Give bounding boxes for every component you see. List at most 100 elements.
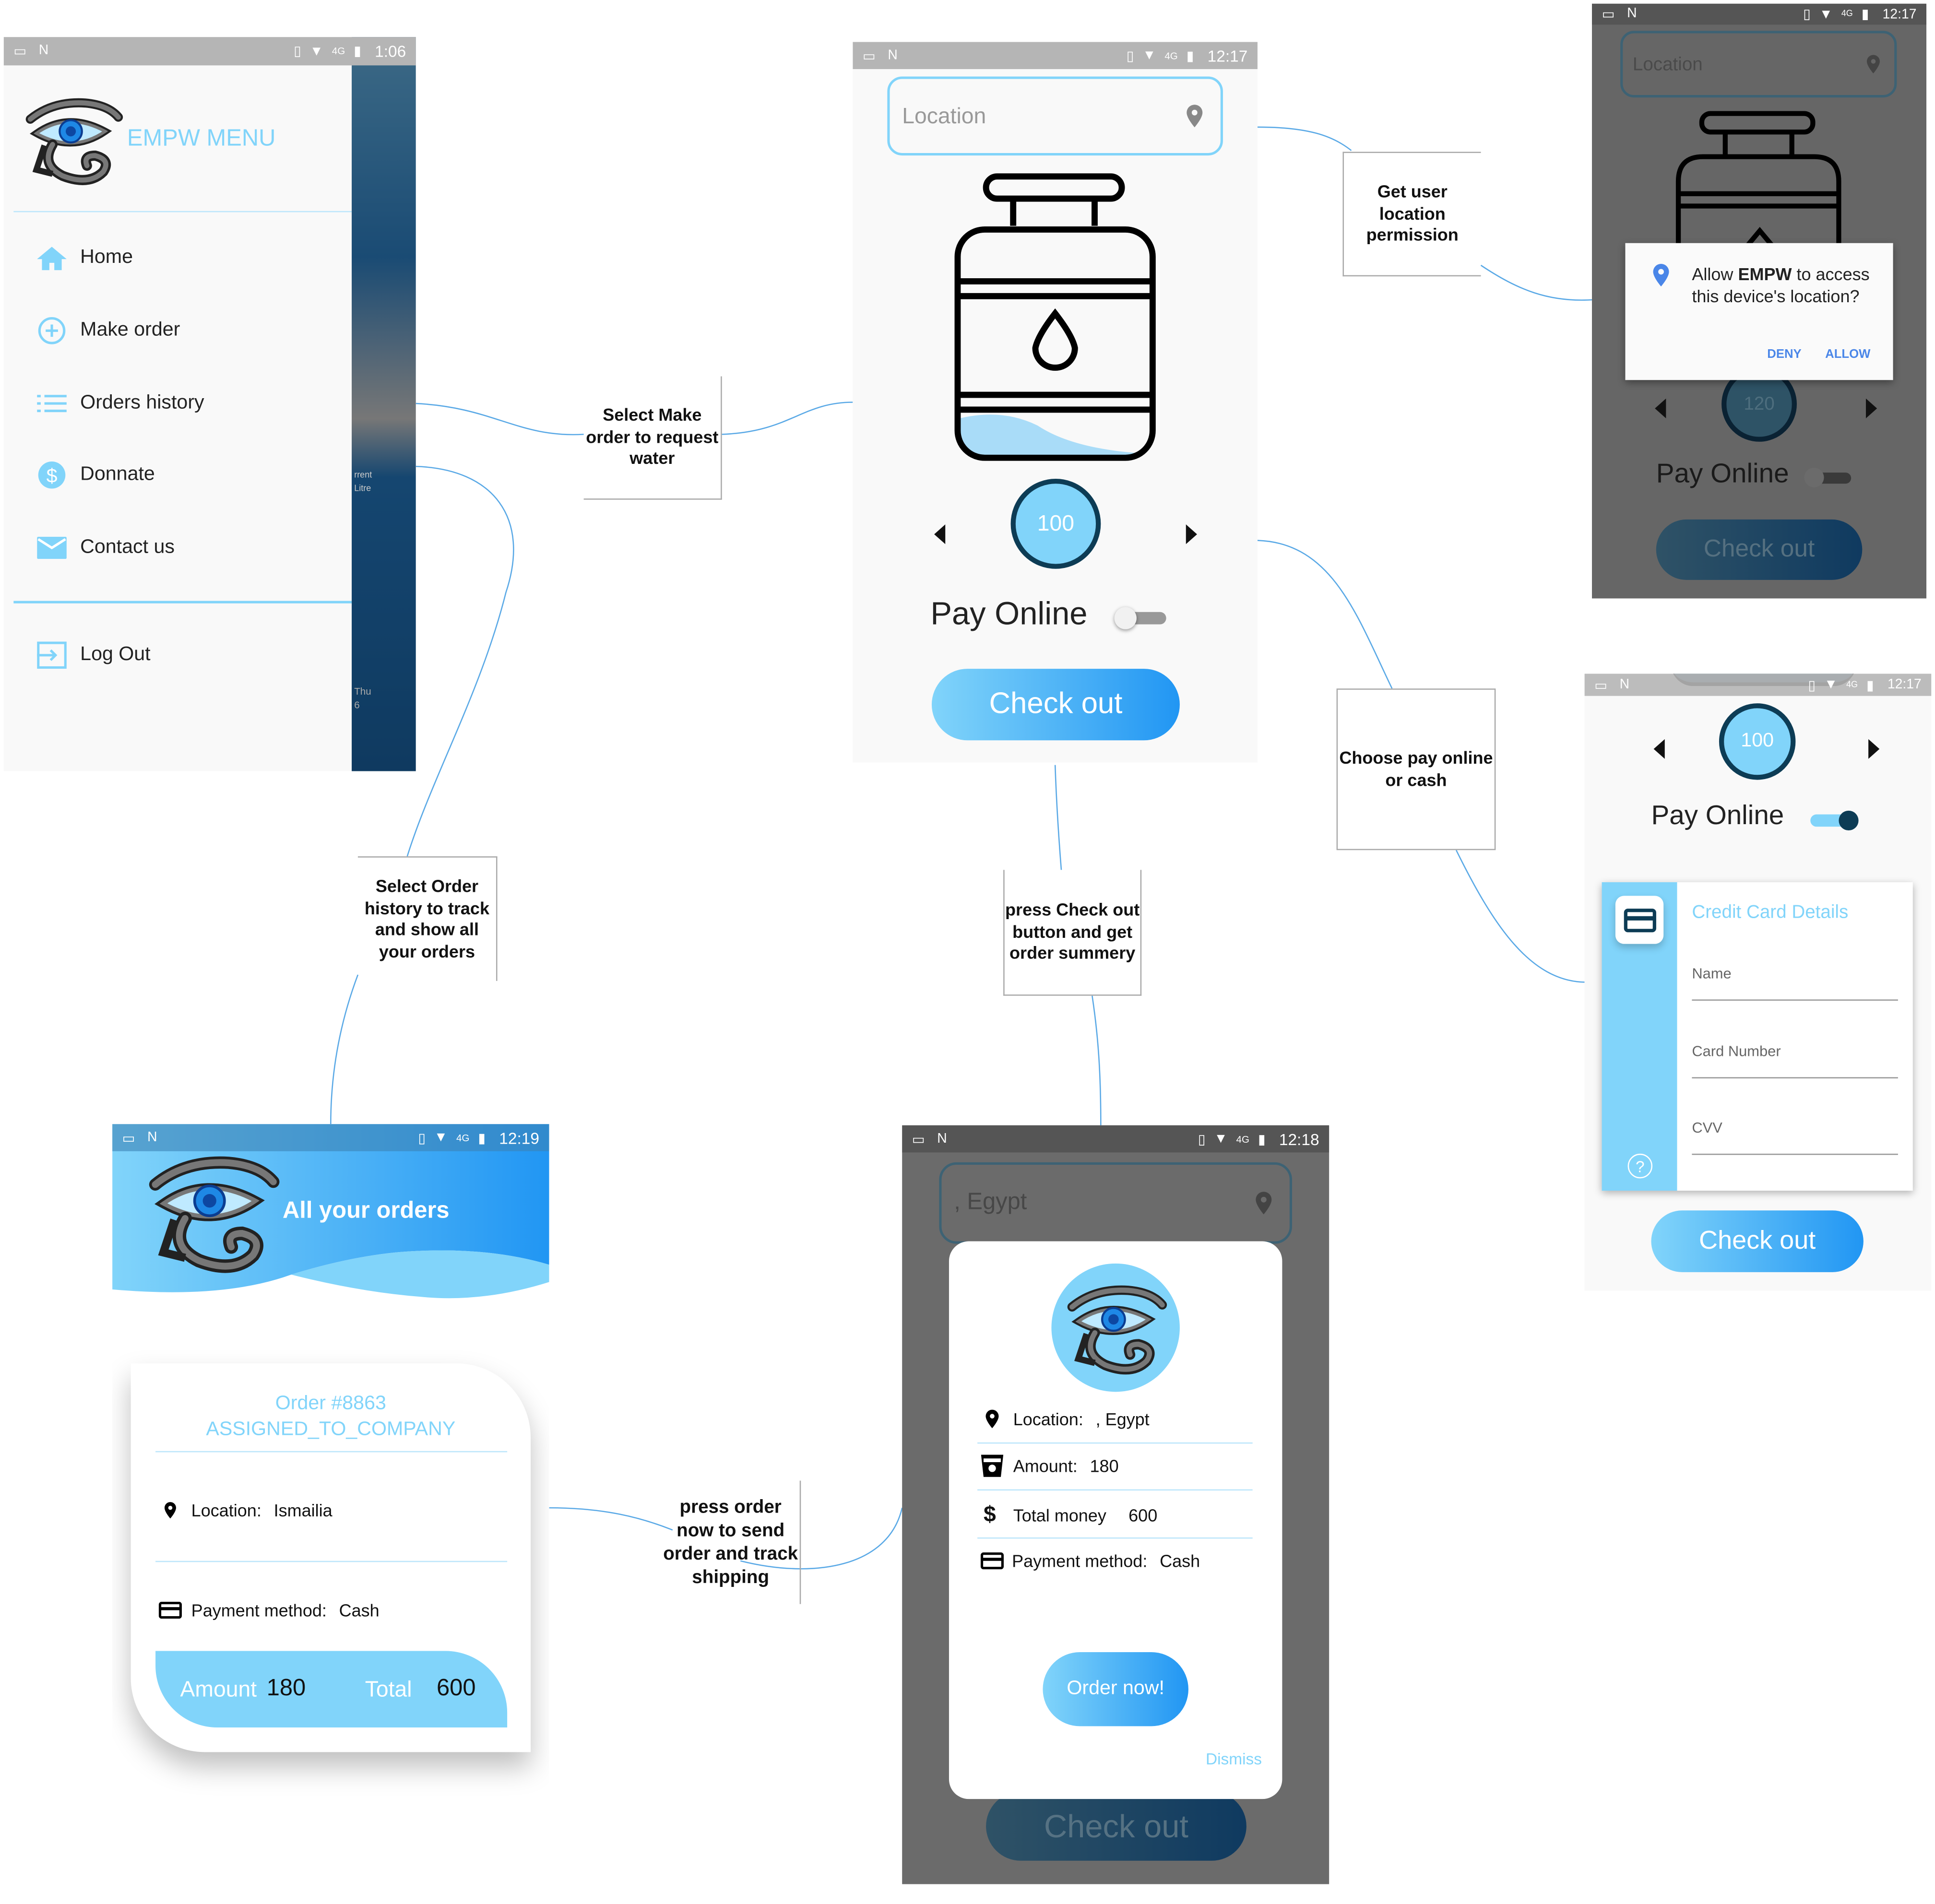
vibrate-icon: ▯ bbox=[1803, 7, 1811, 23]
image-icon: ▭ bbox=[1594, 678, 1607, 693]
status-bar: ▭ N ▯ ▼ 4G ▮ 1:06 bbox=[3, 37, 416, 66]
svg-text:$: $ bbox=[47, 465, 58, 487]
location-input[interactable]: Location bbox=[1620, 31, 1897, 98]
dollar-icon: $ bbox=[983, 1502, 996, 1526]
location-value: , Egypt bbox=[1095, 1409, 1150, 1429]
order-now-button[interactable]: Order now! bbox=[1043, 1652, 1188, 1727]
image-icon: ▭ bbox=[862, 48, 876, 64]
location-row: Location: , Egypt bbox=[981, 1407, 1150, 1431]
divider bbox=[977, 1537, 1253, 1539]
location-pin-icon[interactable] bbox=[1181, 101, 1208, 131]
menu-item-label: Make order bbox=[80, 319, 180, 341]
decrease-quantity-button[interactable] bbox=[934, 524, 946, 544]
menu-item-make-order[interactable]: Make order bbox=[37, 317, 180, 344]
divider bbox=[13, 601, 352, 603]
decrease-quantity-button[interactable] bbox=[1653, 739, 1665, 759]
order-screen: ▭ N ▯ ▼ 4G ▮ 12:17 Location 100 Pay Online Ch… bbox=[853, 42, 1258, 763]
increase-quantity-button[interactable] bbox=[1868, 739, 1880, 759]
payment-value: Cash bbox=[1160, 1551, 1200, 1571]
app-logo bbox=[1051, 1264, 1179, 1392]
location-pin-icon bbox=[1862, 52, 1884, 76]
annotation-text: Get user location permission bbox=[1366, 181, 1459, 245]
checkout-button[interactable]: Check out bbox=[1656, 519, 1863, 580]
annotation-text: press order now to send order and track … bbox=[663, 1496, 798, 1588]
battery-icon: ▮ bbox=[1861, 7, 1869, 23]
decrease-quantity-button[interactable] bbox=[1655, 398, 1666, 418]
wifi-icon: ▼ bbox=[1214, 1131, 1228, 1147]
battery-icon: ▮ bbox=[1186, 48, 1194, 64]
menu-item-label: Contact us bbox=[80, 536, 175, 558]
pay-online-toggle[interactable] bbox=[1114, 607, 1166, 629]
signal-icon: 4G bbox=[1846, 680, 1858, 689]
annotation-make-order: Select Make order to request water bbox=[583, 376, 722, 500]
peek-line: rrent bbox=[354, 471, 372, 480]
menu-item-contact-us[interactable]: Contact us bbox=[37, 534, 175, 562]
menu-item-logout[interactable]: Log Out bbox=[37, 641, 151, 669]
permission-prefix: Allow bbox=[1692, 264, 1738, 284]
menu-item-label: Donnate bbox=[80, 464, 155, 485]
status-bar: ▭ N ▯ ▼ 4G ▮ 12:18 bbox=[902, 1125, 1330, 1153]
signal-icon: 4G bbox=[1164, 50, 1178, 61]
signal-icon: 4G bbox=[1841, 10, 1853, 19]
location-row: Location: Ismailia bbox=[160, 1499, 332, 1521]
menu-item-donate[interactable]: $ Donnate bbox=[37, 461, 155, 489]
water-cup-icon bbox=[981, 1455, 1004, 1477]
cvv-field[interactable]: CVV bbox=[1692, 1119, 1898, 1155]
pay-online-toggle[interactable] bbox=[1804, 467, 1852, 487]
menu-screen: rrent Litre Thu 6 ▭ N ▯ ▼ 4G ▮ 1:06 EMPW MENU H… bbox=[3, 37, 416, 771]
location-placeholder: Location bbox=[1632, 53, 1703, 75]
order-status: ASSIGNED_TO_COMPANY bbox=[206, 1419, 456, 1440]
menu-item-orders-history[interactable]: Orders history bbox=[37, 390, 204, 417]
location-input[interactable]: Location bbox=[887, 76, 1223, 156]
wifi-icon: ▼ bbox=[1824, 677, 1838, 692]
total-label: Total bbox=[365, 1676, 412, 1701]
increase-quantity-button[interactable] bbox=[1186, 524, 1197, 544]
annotation-text: Choose pay online or cash bbox=[1339, 747, 1493, 789]
dismiss-button[interactable]: Dismiss bbox=[1206, 1750, 1262, 1768]
n-icon: N bbox=[38, 43, 49, 58]
vibrate-icon: ▯ bbox=[294, 44, 301, 59]
order-card[interactable]: Order #8863 ASSIGNED_TO_COMPANY Location:… bbox=[131, 1363, 531, 1752]
divider bbox=[977, 1489, 1253, 1491]
status-time: 12:19 bbox=[499, 1128, 540, 1147]
wifi-icon: ▼ bbox=[434, 1130, 448, 1145]
card-number-field[interactable]: Card Number bbox=[1692, 1042, 1898, 1079]
location-value: , Egypt bbox=[954, 1189, 1027, 1216]
signal-icon: 4G bbox=[456, 1132, 470, 1144]
amount-label: Amount: bbox=[1013, 1456, 1078, 1476]
location-pin-icon bbox=[981, 1407, 1003, 1431]
status-time: 12:17 bbox=[1882, 7, 1917, 22]
checkout-button[interactable]: Check out bbox=[931, 669, 1180, 741]
n-icon: N bbox=[1619, 676, 1630, 692]
name-field[interactable]: Name bbox=[1692, 965, 1898, 1001]
wifi-icon: ▼ bbox=[1819, 7, 1833, 22]
image-icon: ▭ bbox=[122, 1131, 135, 1146]
location-placeholder: Location bbox=[902, 103, 986, 128]
credit-card-icon bbox=[979, 1549, 1006, 1573]
checkout-label: Check out bbox=[989, 687, 1123, 721]
amount-value: 180 bbox=[266, 1675, 306, 1702]
divider bbox=[13, 211, 352, 213]
payment-value: Cash bbox=[339, 1600, 380, 1620]
checkout-button[interactable]: Check out bbox=[1651, 1210, 1864, 1272]
increase-quantity-button[interactable] bbox=[1866, 398, 1877, 418]
credit-card-screen: ▭ N ▯ ▼ 4G ▮ 12:17 100 Pay Online ? Credit Ca… bbox=[1584, 674, 1932, 1291]
vibrate-icon: ▯ bbox=[1808, 678, 1816, 693]
name-placeholder: Name bbox=[1692, 965, 1732, 982]
n-icon: N bbox=[147, 1129, 157, 1145]
battery-icon: ▮ bbox=[1258, 1132, 1266, 1147]
n-icon: N bbox=[1627, 6, 1637, 21]
deny-button[interactable]: DENY bbox=[1767, 348, 1801, 361]
allow-button[interactable]: ALLOW bbox=[1825, 348, 1870, 361]
help-icon[interactable]: ? bbox=[1627, 1153, 1653, 1179]
payment-row: Payment method: Cash bbox=[979, 1549, 1200, 1573]
pay-online-toggle[interactable] bbox=[1810, 810, 1860, 831]
mail-icon bbox=[37, 534, 67, 562]
battery-icon: ▮ bbox=[1866, 678, 1874, 693]
background-app-peek: rrent Litre Thu 6 bbox=[352, 37, 416, 771]
vibrate-icon: ▯ bbox=[1198, 1132, 1206, 1147]
checkout-button[interactable]: Check out bbox=[986, 1791, 1246, 1861]
location-input[interactable]: , Egypt bbox=[939, 1162, 1292, 1244]
list-icon bbox=[37, 390, 67, 417]
menu-item-home[interactable]: Home bbox=[37, 244, 133, 272]
